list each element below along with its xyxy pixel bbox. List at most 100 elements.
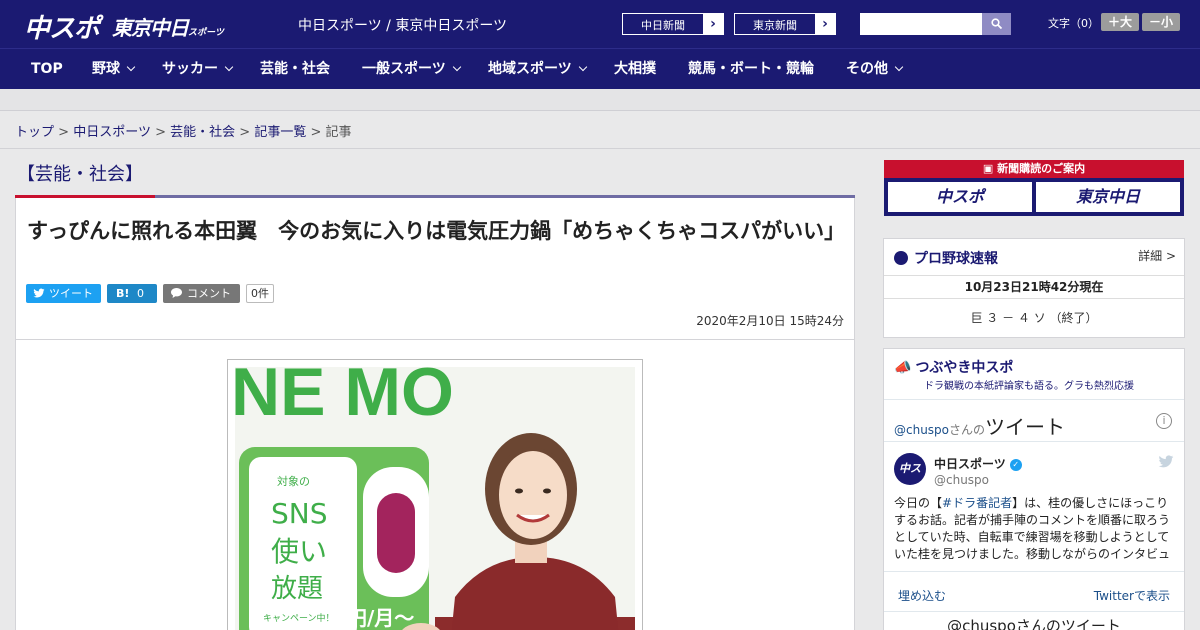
site-name: 中日スポーツ / 東京中日スポーツ xyxy=(298,18,508,34)
twitter-footer-heading[interactable]: @chuspoさんのツイート xyxy=(884,615,1184,630)
divider xyxy=(16,339,854,340)
twitter-widget-title-text: つぶやき中スポ xyxy=(915,360,1014,376)
comment-count: 0件 xyxy=(246,284,274,303)
twitter-handle: @chuspo xyxy=(894,423,950,437)
chevron-down-icon xyxy=(452,62,461,72)
breadcrumb-article-list[interactable]: 記事一覧 xyxy=(254,125,306,140)
comment-button[interactable]: コメント xyxy=(163,284,240,303)
breadcrumb: トップ > 中日スポーツ > 芸能・社会 > 記事一覧 > 記事 xyxy=(15,121,352,140)
tweet-author-handle[interactable]: @chuspo xyxy=(934,473,989,487)
avatar[interactable]: 中スポ xyxy=(894,453,926,507)
baseball-widget-title: プロ野球速報 xyxy=(894,248,998,268)
twitter-handle-suffix: さんの xyxy=(949,423,986,437)
nav-item-regional-sports[interactable]: 地域スポーツ xyxy=(488,49,587,90)
top-header: 中スポ 東京中日スポーツ 中日スポーツ / 東京中日スポーツ 中日新聞 › 東京… xyxy=(0,0,1200,48)
twitter-timeline-heading[interactable]: @chuspoさんのツイート xyxy=(894,411,1065,440)
breadcrumb-chunichi-sports[interactable]: 中日スポーツ xyxy=(73,125,151,140)
photo-banner-text: NE MO xyxy=(235,367,454,430)
subscription-banner[interactable]: ▣ 新聞購読のご案内 中スポ 東京中日 xyxy=(884,160,1184,216)
chevron-down-icon xyxy=(894,62,904,72)
breadcrumb-entertainment[interactable]: 芸能・社会 xyxy=(170,125,235,140)
nav-label: 地域スポーツ xyxy=(488,61,572,77)
speech-bubble-icon xyxy=(171,288,182,298)
tokyo-shimbun-button[interactable]: 東京新聞 › xyxy=(734,13,836,35)
tokyo-shimbun-label: 東京新聞 xyxy=(753,19,797,32)
breadcrumb-top[interactable]: トップ xyxy=(15,125,54,140)
megaphone-icon: 📣 xyxy=(894,360,912,376)
tokyo-chunichi-logo[interactable]: 東京中日スポーツ xyxy=(112,12,224,41)
comment-label: コメント xyxy=(187,287,231,300)
nav-item-baseball[interactable]: 野球 xyxy=(92,49,136,90)
divider xyxy=(884,441,1184,442)
view-on-twitter-link[interactable]: Twitterで表示 xyxy=(1094,587,1170,604)
subscribe-chuspo-button[interactable]: 中スポ xyxy=(888,182,1032,212)
breadcrumb-separator: > xyxy=(310,125,322,140)
sign-price-text: 円/月～ xyxy=(347,606,414,630)
tweet-label: ツイート xyxy=(49,287,93,300)
twitter-bird-icon xyxy=(33,288,45,298)
search-input[interactable] xyxy=(860,13,982,35)
tweet-hashtag[interactable]: #ドラ番記者 xyxy=(942,496,1012,510)
divider xyxy=(884,571,1184,572)
nav-label: TOP xyxy=(31,61,63,77)
chunichi-shimbun-button[interactable]: 中日新聞 › xyxy=(622,13,724,35)
baseball-icon xyxy=(894,251,908,265)
info-icon[interactable]: i xyxy=(1156,413,1172,429)
article-photo-frame[interactable]: NE MO 対象の SNS 使い 放題 キャンペーン中！ 円/月～ xyxy=(227,359,643,630)
search-icon xyxy=(991,18,1002,29)
breadcrumb-separator: > xyxy=(239,125,251,140)
baseball-score[interactable]: 巨 ３ － ４ ソ （終了） xyxy=(884,309,1184,326)
tweet-author-name-text: 中日スポーツ xyxy=(934,457,1006,471)
publish-date: 2020年2月10日 15時24分 xyxy=(696,314,844,328)
chevron-down-icon xyxy=(126,62,136,72)
chevron-right-icon: › xyxy=(703,14,723,34)
subscribe-tokyo-chunichi-button[interactable]: 東京中日 xyxy=(1036,182,1180,212)
sign-text-line: 放題 xyxy=(271,574,323,604)
nav-item-other[interactable]: その他 xyxy=(846,49,904,90)
nav-item-entertainment[interactable]: 芸能・社会 xyxy=(260,49,330,90)
embed-link[interactable]: 埋め込む xyxy=(898,587,946,604)
category-heading: 【芸能・社会】 xyxy=(17,164,143,185)
font-size-label: 文字（0） xyxy=(1048,17,1099,30)
article-card: すっぴんに照れる本田翼 今のお気に入りは電気圧力鍋「めちゃくちゃコスパがいい」 … xyxy=(15,198,855,630)
baseball-scores-widget: プロ野球速報 詳細 > 10月23日21時42分現在 巨 ３ － ４ ソ （終了… xyxy=(883,238,1185,338)
font-smaller-button[interactable]: －小 xyxy=(1142,13,1180,31)
hatena-bookmark-button[interactable]: B! 0 xyxy=(107,284,157,303)
newspaper-icon: ▣ xyxy=(982,162,998,175)
nav-label: 野球 xyxy=(92,61,120,77)
hatena-icon: B! xyxy=(116,287,130,300)
tokyo-logo-small: スポーツ xyxy=(188,28,224,38)
twitter-widget-title: 📣 つぶやき中スポ xyxy=(894,357,1013,377)
nav-item-racing[interactable]: 競馬・ボート・競輪 xyxy=(688,49,814,90)
chevron-down-icon xyxy=(578,62,587,72)
divider xyxy=(884,611,1184,612)
hatena-count: 0 xyxy=(137,287,144,300)
search-button[interactable] xyxy=(982,13,1011,35)
article-title: すっぴんに照れる本田翼 今のお気に入りは電気圧力鍋「めちゃくちゃコスパがいい」 xyxy=(27,219,846,243)
chunichi-shimbun-label: 中日新聞 xyxy=(641,19,685,32)
tweet-button[interactable]: ツイート xyxy=(26,284,101,303)
nav-label: サッカー xyxy=(162,61,218,77)
nav-label: その他 xyxy=(846,61,888,77)
twitter-widget: 📣 つぶやき中スポ ドラ観戦の本紙評論家も語る。グラも熱烈応援 @chuspoさん… xyxy=(883,348,1185,630)
baseball-widget-title-text: プロ野球速報 xyxy=(914,251,998,267)
divider xyxy=(884,399,1184,400)
article-photo[interactable]: NE MO 対象の SNS 使い 放題 キャンペーン中！ 円/月～ xyxy=(235,367,635,630)
nav-item-top[interactable]: TOP xyxy=(31,49,63,90)
nav-label: 競馬・ボート・競輪 xyxy=(688,61,814,77)
verified-badge-icon: ✓ xyxy=(1009,458,1022,471)
sign-text-line: SNS xyxy=(271,497,328,530)
baseball-detail-link[interactable]: 詳細 > xyxy=(1138,247,1176,264)
nav-item-sumo[interactable]: 大相撲 xyxy=(614,49,656,90)
nav-item-soccer[interactable]: サッカー xyxy=(162,49,234,90)
nav-label: 芸能・社会 xyxy=(260,61,330,77)
sub-bar xyxy=(0,89,1200,111)
tweet-text-pre: 今日の【 xyxy=(894,496,943,510)
twitter-bird-icon[interactable] xyxy=(1158,455,1174,469)
nav-item-general-sports[interactable]: 一般スポーツ xyxy=(362,49,461,90)
tweet-author-name[interactable]: 中日スポーツ ✓ xyxy=(934,455,1022,472)
divider xyxy=(0,148,1200,149)
font-larger-button[interactable]: ＋大 xyxy=(1101,13,1139,31)
chuspo-logo[interactable]: 中スポ xyxy=(24,8,100,45)
baseball-update-time: 10月23日21時42分現在 xyxy=(884,275,1184,299)
